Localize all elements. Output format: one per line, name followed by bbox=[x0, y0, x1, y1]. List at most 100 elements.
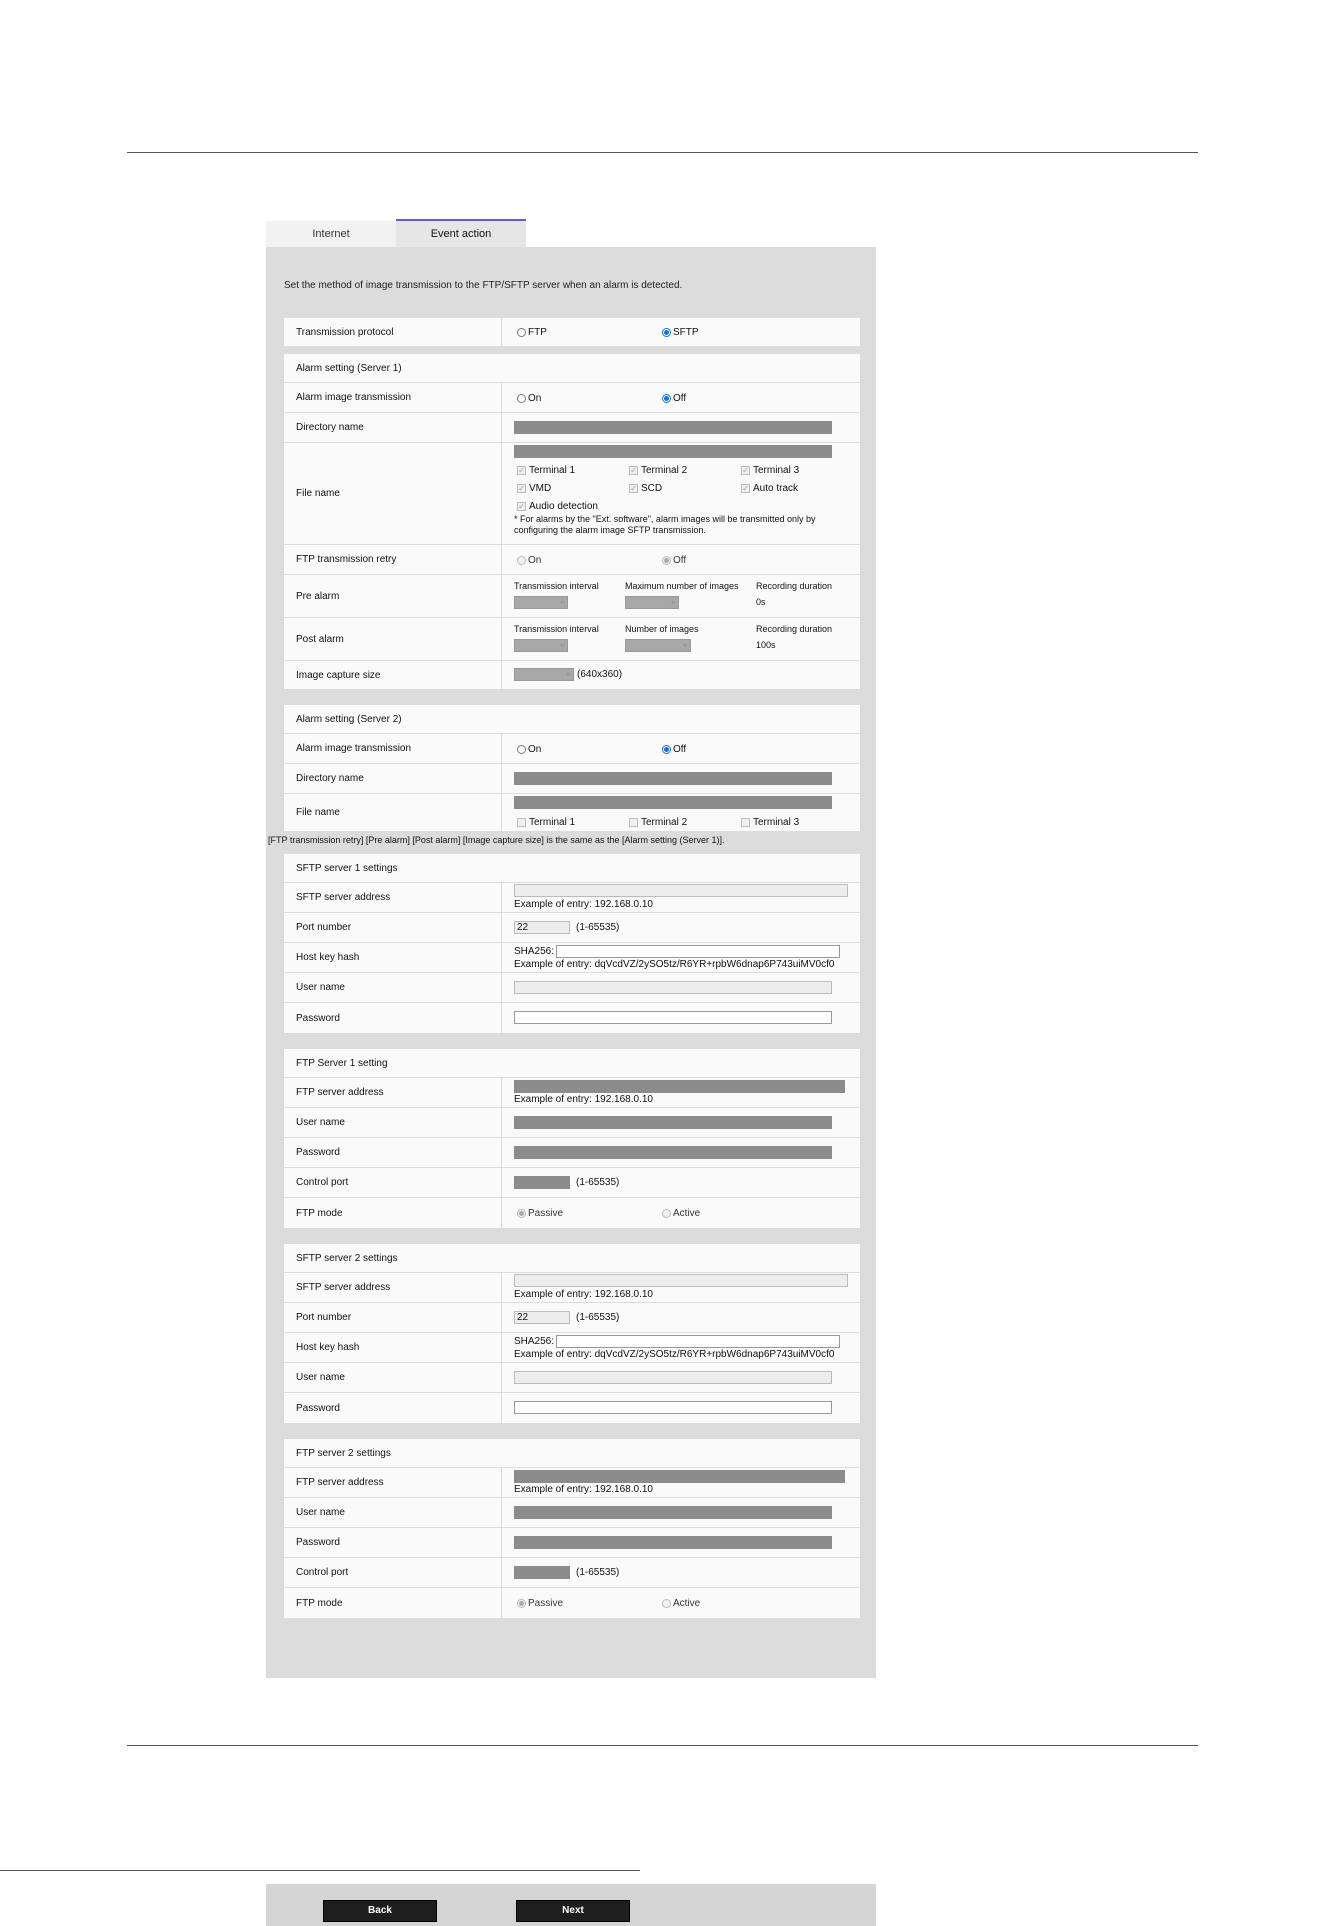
ftp2-user-input[interactable] bbox=[514, 1506, 832, 1519]
bottom-rule bbox=[127, 1745, 1198, 1746]
server1-pre-interval-select[interactable]: ▾ bbox=[514, 596, 568, 609]
server1-terminal1-checkbox[interactable]: ✓ Terminal 1 bbox=[517, 465, 575, 476]
ftp2-user-row: User name bbox=[284, 1498, 860, 1528]
ftp1-passive-label: Passive bbox=[528, 1208, 564, 1219]
sftp2-port-range: (1-65535) bbox=[576, 1312, 620, 1323]
server2-terminal1-checkbox[interactable]: Terminal 1 bbox=[517, 817, 575, 828]
server2-terminal2-checkbox[interactable]: Terminal 2 bbox=[629, 817, 687, 828]
sftp2-port-input[interactable]: 22 bbox=[514, 1311, 570, 1324]
ftp2-mode-row: FTP mode Passive Active bbox=[284, 1588, 860, 1618]
protocol-row: Transmission protocol FTP SFTP bbox=[284, 318, 860, 347]
sftp1-port-input[interactable]: 22 bbox=[514, 921, 570, 934]
server1-pre-max-select[interactable]: ▾ bbox=[625, 596, 679, 609]
server1-alarm-off-radio[interactable]: Off bbox=[662, 393, 686, 404]
ftp2-active-radio[interactable]: Active bbox=[662, 1598, 700, 1609]
server1-terminal2-checkbox[interactable]: ✓ Terminal 2 bbox=[629, 465, 687, 476]
sftp1-hash-input[interactable] bbox=[556, 945, 840, 958]
ftp2-addr-row: FTP server address Example of entry: 192… bbox=[284, 1468, 860, 1498]
ftp1-addr-input[interactable] bbox=[514, 1080, 845, 1093]
back-button[interactable]: Back bbox=[323, 1900, 437, 1922]
ftp2-addr-label: FTP server address bbox=[284, 1468, 502, 1497]
server1-retry-off-radio[interactable]: Off bbox=[662, 555, 686, 566]
server1-file-input[interactable] bbox=[514, 445, 832, 458]
sftp1-user-input[interactable] bbox=[514, 981, 832, 994]
tab-internet[interactable]: Internet bbox=[266, 221, 396, 247]
sftp1-addr-input[interactable] bbox=[514, 884, 848, 897]
server1-audio-label: Audio detection bbox=[529, 501, 598, 512]
server2-alarm-on-radio[interactable]: On bbox=[517, 744, 541, 755]
ftp2-addr-input[interactable] bbox=[514, 1470, 845, 1483]
ftp2-port-range: (1-65535) bbox=[576, 1567, 620, 1578]
server2-dir-row: Directory name bbox=[284, 764, 860, 794]
ftp1-port-range: (1-65535) bbox=[576, 1177, 620, 1188]
protocol-sftp-radio[interactable]: SFTP bbox=[662, 327, 699, 338]
settings-panel: Set the method of image transmission to … bbox=[266, 247, 876, 1926]
server1-capture-select[interactable]: ▾ bbox=[514, 668, 574, 681]
server1-retry-on-radio[interactable]: On bbox=[517, 555, 541, 566]
sftp1-hash-label: Host key hash bbox=[284, 943, 502, 972]
sftp1-pass-input[interactable] bbox=[514, 1011, 832, 1024]
sftp2-user-input[interactable] bbox=[514, 1371, 832, 1384]
server1-alarm-on-radio[interactable]: On bbox=[517, 393, 541, 404]
same-as-server1-note: [FTP transmission retry] [Pre alarm] [Po… bbox=[268, 835, 725, 845]
server1-dir-row: Directory name bbox=[284, 413, 860, 443]
ftp1-addr-example: Example of entry: 192.168.0.10 bbox=[514, 1094, 653, 1105]
sftp1-hash-row: Host key hash SHA256: Example of entry: … bbox=[284, 943, 860, 973]
server1-audio-checkbox[interactable]: ✓ Audio detection bbox=[517, 501, 598, 512]
ftp2-passive-radio[interactable]: Passive bbox=[517, 1598, 563, 1609]
ftp1-addr-label: FTP server address bbox=[284, 1078, 502, 1107]
server1-scd-checkbox[interactable]: ✓ SCD bbox=[629, 483, 662, 494]
server1-header: Alarm setting (Server 1) bbox=[284, 354, 860, 383]
ftp1-active-radio[interactable]: Active bbox=[662, 1208, 700, 1219]
ftp2-passive-label: Passive bbox=[528, 1598, 564, 1609]
server1-alarm-row: Alarm image transmission On Off bbox=[284, 383, 860, 413]
sftp2-pass-row: Password bbox=[284, 1393, 860, 1423]
server1-pre-interval-label: Transmission interval bbox=[514, 581, 599, 591]
server1-dir-label: Directory name bbox=[284, 413, 502, 442]
sftp2-port-label: Port number bbox=[284, 1303, 502, 1332]
ftp1-pass-input[interactable] bbox=[514, 1146, 832, 1159]
server2-alarm-off-radio[interactable]: Off bbox=[662, 744, 686, 755]
ftp1-passive-radio[interactable]: Passive bbox=[517, 1208, 563, 1219]
sftp2-pass-input[interactable] bbox=[514, 1401, 832, 1414]
server2-terminal3-checkbox[interactable]: Terminal 3 bbox=[741, 817, 799, 828]
ftp1-pass-row: Password bbox=[284, 1138, 860, 1168]
sftp1-hash-example: Example of entry: dqVcdVZ/2ySO5tz/R6YR+r… bbox=[514, 959, 835, 970]
server1-scd-label: SCD bbox=[641, 483, 663, 494]
next-button[interactable]: Next bbox=[516, 1900, 630, 1922]
sftp2-hash-input[interactable] bbox=[556, 1335, 840, 1348]
ftp1-addr-row: FTP server address Example of entry: 192… bbox=[284, 1078, 860, 1108]
ftp1-port-label: Control port bbox=[284, 1168, 502, 1197]
ftp2-pass-input[interactable] bbox=[514, 1536, 832, 1549]
tab-event-action[interactable]: Event action bbox=[396, 219, 526, 247]
server1-dir-input[interactable] bbox=[514, 421, 832, 434]
server1-vmd-checkbox[interactable]: ✓ VMD bbox=[517, 483, 551, 494]
protocol-sftp-label: SFTP bbox=[673, 327, 699, 338]
server1-post-count-select[interactable]: ▾ bbox=[625, 639, 691, 652]
server1-terminal3-checkbox[interactable]: ✓ Terminal 3 bbox=[741, 465, 799, 476]
sftp2-addr-label: SFTP server address bbox=[284, 1273, 502, 1302]
server2-file-input[interactable] bbox=[514, 796, 832, 809]
sftp2-hash-label: Host key hash bbox=[284, 1333, 502, 1362]
server1-pre-duration-value: 0s bbox=[756, 597, 766, 607]
sftp1-header: SFTP server 1 settings bbox=[284, 854, 860, 883]
ftp2-port-input[interactable] bbox=[514, 1566, 570, 1579]
server1-autotrack-checkbox[interactable]: ✓ Auto track bbox=[741, 483, 798, 494]
sftp2-addr-input[interactable] bbox=[514, 1274, 848, 1287]
protocol-table: Transmission protocol FTP SFTP bbox=[284, 318, 860, 347]
server1-table: Alarm setting (Server 1) Alarm image tra… bbox=[284, 354, 860, 689]
ftp1-user-input[interactable] bbox=[514, 1116, 832, 1129]
server1-alarm-off-label: Off bbox=[673, 393, 687, 404]
protocol-ftp-radio[interactable]: FTP bbox=[517, 327, 547, 338]
server2-dir-input[interactable] bbox=[514, 772, 832, 785]
protocol-ftp-label: FTP bbox=[528, 327, 547, 338]
server2-alarm-row: Alarm image transmission On Off bbox=[284, 734, 860, 764]
ftp1-port-input[interactable] bbox=[514, 1176, 570, 1189]
server1-terminal1-label: Terminal 1 bbox=[529, 465, 576, 476]
server2-dir-label: Directory name bbox=[284, 764, 502, 793]
sftp1-addr-row: SFTP server address Example of entry: 19… bbox=[284, 883, 860, 913]
ftp1-table: FTP Server 1 setting FTP server address … bbox=[284, 1049, 860, 1228]
ftp2-pass-row: Password bbox=[284, 1528, 860, 1558]
server1-post-interval-select[interactable]: ▾ bbox=[514, 639, 568, 652]
ftp2-pass-label: Password bbox=[284, 1528, 502, 1557]
